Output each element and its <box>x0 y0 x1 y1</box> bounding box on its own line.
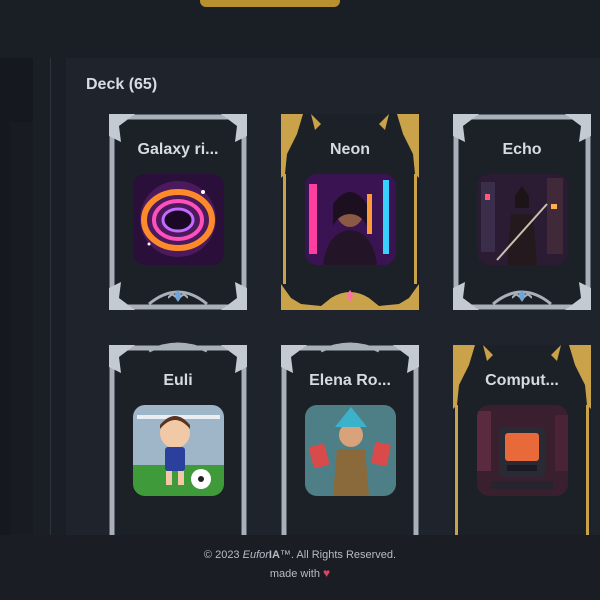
deck-panel: Deck (65) Galaxy ri... Neon Echo Euli El… <box>66 58 600 535</box>
deck-card-elena[interactable]: Elena Ro... <box>281 342 419 535</box>
card-name: Comput... <box>485 372 559 389</box>
deck-card-neon[interactable]: Neon <box>281 114 419 310</box>
copyright-text: © 2023 EuforIA™. All Rights Reserved. <box>0 549 600 561</box>
heart-icon: ♥ <box>323 566 331 580</box>
top-tab-handle[interactable] <box>200 0 340 7</box>
sidebar <box>0 58 33 535</box>
card-gem-icon <box>512 290 532 302</box>
card-name: Elena Ro... <box>309 372 391 389</box>
card-name: Galaxy ri... <box>137 141 219 158</box>
card-art-neon-woman <box>305 174 396 265</box>
copyright-prefix: © 2023 <box>203 549 243 561</box>
card-art-galaxy-portal <box>133 174 224 265</box>
deck-title: Deck (65) <box>86 76 158 93</box>
deck-card-echo[interactable]: Echo <box>453 114 591 310</box>
card-name: Euli <box>163 372 193 389</box>
card-gem-icon <box>168 290 188 302</box>
card-art-cyber-warrior <box>477 174 568 265</box>
card-art-retro-computer <box>477 405 568 496</box>
card-art-card-sorceress <box>305 405 396 496</box>
deck-card-computer[interactable]: Comput... <box>453 345 591 535</box>
panel-divider <box>50 58 51 535</box>
made-with-label: made with <box>269 568 320 580</box>
deck-card-euli[interactable]: Euli <box>109 342 247 535</box>
brand-name-part2: IA <box>268 549 280 561</box>
card-art-soccer-boy <box>133 405 224 496</box>
card-gem-icon <box>340 290 360 302</box>
card-name: Neon <box>330 141 370 158</box>
deck-card-galaxy[interactable]: Galaxy ri... <box>109 114 247 310</box>
footer: © 2023 EuforIA™. All Rights Reserved. ma… <box>0 535 600 600</box>
card-name: Echo <box>502 141 542 158</box>
brand-name-part1: Eufor <box>242 549 269 561</box>
made-with-text: made with ♥ <box>0 566 600 580</box>
sidebar-scroll-track[interactable] <box>10 122 33 535</box>
copyright-suffix: ™. All Rights Reserved. <box>279 549 397 561</box>
